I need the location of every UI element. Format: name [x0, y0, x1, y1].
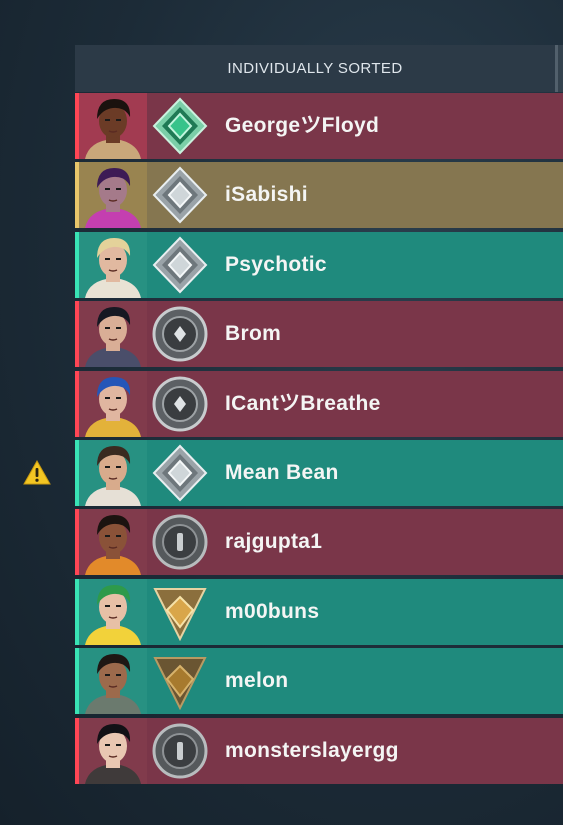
- agent-portrait-dark-skin-icon: [79, 93, 147, 159]
- player-name: Brom: [225, 322, 282, 346]
- diamond-rank-icon: [151, 97, 209, 155]
- player-name: rajgupta1: [225, 530, 323, 554]
- player-row[interactable]: iSabishi: [75, 162, 563, 229]
- player-row[interactable]: rajgupta1: [75, 509, 563, 576]
- player-row[interactable]: Psychotic: [75, 231, 563, 298]
- agent-portrait-orange-icon: [79, 509, 147, 576]
- player-row[interactable]: Mean Bean: [75, 440, 563, 506]
- player-name: monsterslayergg: [225, 738, 399, 762]
- player-name: GeorgeツFloyd: [225, 114, 380, 137]
- agent-portrait-purple-hair-icon: [79, 162, 147, 229]
- agent-portrait-green-cap-icon: [79, 578, 147, 645]
- platinum-rank-icon: [151, 236, 209, 294]
- bronze-rank-icon: [151, 652, 209, 711]
- player-name: ICantツBreathe: [225, 391, 381, 415]
- agent-portrait-black-hair-icon: [79, 717, 147, 784]
- player-name: m00buns: [225, 599, 320, 623]
- scoreboard-panel: INDIVIDUALLY SORTED GeorgeツFloyd iSabish…: [75, 45, 563, 784]
- player-row[interactable]: m00buns: [75, 578, 563, 645]
- player-row[interactable]: melon: [75, 648, 563, 715]
- agent-portrait-glasses-icon: [79, 440, 147, 506]
- player-row[interactable]: GeorgeツFloyd: [75, 93, 563, 159]
- platinum-rank-icon: [151, 444, 209, 502]
- player-name: Mean Bean: [225, 461, 339, 484]
- agent-portrait-blond-icon: [79, 231, 147, 298]
- platinum-rank-icon: [151, 166, 209, 224]
- player-row[interactable]: Brom: [75, 301, 563, 368]
- player-name: melon: [225, 669, 289, 693]
- player-name: iSabishi: [225, 183, 308, 207]
- agent-portrait-bearded-icon: [79, 648, 147, 715]
- header-title: INDIVIDUALLY SORTED: [227, 60, 403, 77]
- scoreboard-header: INDIVIDUALLY SORTED: [75, 45, 555, 92]
- silver-rank-icon: [151, 305, 209, 363]
- player-row[interactable]: monsterslayergg: [75, 717, 563, 784]
- iron-rank-icon: [151, 513, 209, 571]
- player-row[interactable]: ICantツBreathe: [75, 370, 563, 437]
- player-name: Psychotic: [225, 252, 327, 276]
- warning-icon[interactable]: [23, 460, 51, 486]
- silver-rank-icon: [151, 375, 209, 433]
- agent-portrait-blue-hair-icon: [79, 370, 147, 437]
- agent-portrait-dark-hair-icon: [79, 301, 147, 368]
- iron-rank-icon: [151, 722, 209, 780]
- gold-rank-icon: [151, 583, 209, 642]
- header-edge: [558, 45, 563, 92]
